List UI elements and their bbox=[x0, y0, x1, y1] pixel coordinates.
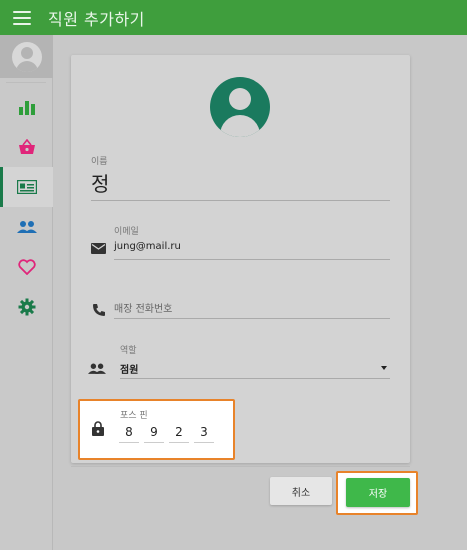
email-label: 이메일 bbox=[114, 227, 139, 237]
hamburger-menu-icon[interactable] bbox=[13, 10, 31, 25]
pin-digit-3[interactable]: 2 bbox=[171, 425, 187, 439]
sidebar-item-customers[interactable] bbox=[0, 207, 53, 247]
save-button[interactable]: 저장 bbox=[346, 478, 410, 507]
pos-pin-highlight: 포스 핀 8 9 2 3 bbox=[78, 399, 235, 460]
phone-icon bbox=[93, 304, 105, 316]
pin-digit-1-underline bbox=[119, 442, 139, 443]
lock-icon bbox=[92, 421, 104, 436]
app-header: 직원 추가하기 bbox=[0, 0, 467, 35]
pin-digit-2-underline bbox=[144, 442, 164, 443]
role-underline bbox=[120, 378, 390, 379]
pin-digit-2[interactable]: 9 bbox=[146, 425, 162, 439]
people-icon bbox=[88, 363, 106, 374]
shopping-basket-icon bbox=[18, 139, 35, 154]
email-field[interactable]: jung@mail.ru bbox=[114, 241, 181, 252]
people-icon bbox=[16, 221, 37, 233]
phone-underline bbox=[114, 318, 390, 319]
sidebar-item-loyalty[interactable] bbox=[0, 247, 53, 287]
id-card-icon bbox=[16, 180, 37, 194]
sidebar-item-shop[interactable] bbox=[0, 127, 53, 167]
pin-digit-3-underline bbox=[169, 442, 189, 443]
name-label: 이름 bbox=[91, 157, 108, 167]
pin-digit-1[interactable]: 8 bbox=[121, 425, 137, 439]
email-underline bbox=[114, 259, 390, 260]
heart-icon bbox=[17, 259, 36, 275]
role-select[interactable]: 점원 bbox=[120, 361, 138, 376]
employee-avatar-icon[interactable] bbox=[210, 77, 270, 137]
sidebar-divider bbox=[6, 82, 46, 83]
pin-digit-4-underline bbox=[194, 442, 214, 443]
mail-icon bbox=[91, 243, 106, 254]
store-phone-input[interactable]: 매장 전화번호 bbox=[114, 300, 172, 315]
cancel-button[interactable]: 취소 bbox=[270, 477, 332, 505]
actions-divider bbox=[71, 466, 410, 467]
sidebar-item-statistics[interactable] bbox=[0, 87, 53, 127]
pin-digit-4[interactable]: 3 bbox=[196, 425, 212, 439]
sidebar-avatar[interactable] bbox=[0, 35, 53, 78]
sidebar bbox=[0, 35, 53, 550]
name-input[interactable]: 정 bbox=[91, 168, 109, 197]
role-label: 역할 bbox=[120, 346, 137, 356]
sidebar-item-settings[interactable] bbox=[0, 287, 53, 327]
settings-gear-icon bbox=[18, 298, 35, 316]
sidebar-item-employees[interactable] bbox=[0, 167, 53, 207]
bar-chart-icon bbox=[18, 101, 35, 115]
pos-pin-label: 포스 핀 bbox=[120, 411, 148, 421]
name-underline bbox=[91, 200, 390, 201]
page-title: 직원 추가하기 bbox=[48, 9, 145, 29]
user-avatar-icon bbox=[11, 41, 42, 72]
chevron-down-icon[interactable] bbox=[381, 366, 387, 370]
